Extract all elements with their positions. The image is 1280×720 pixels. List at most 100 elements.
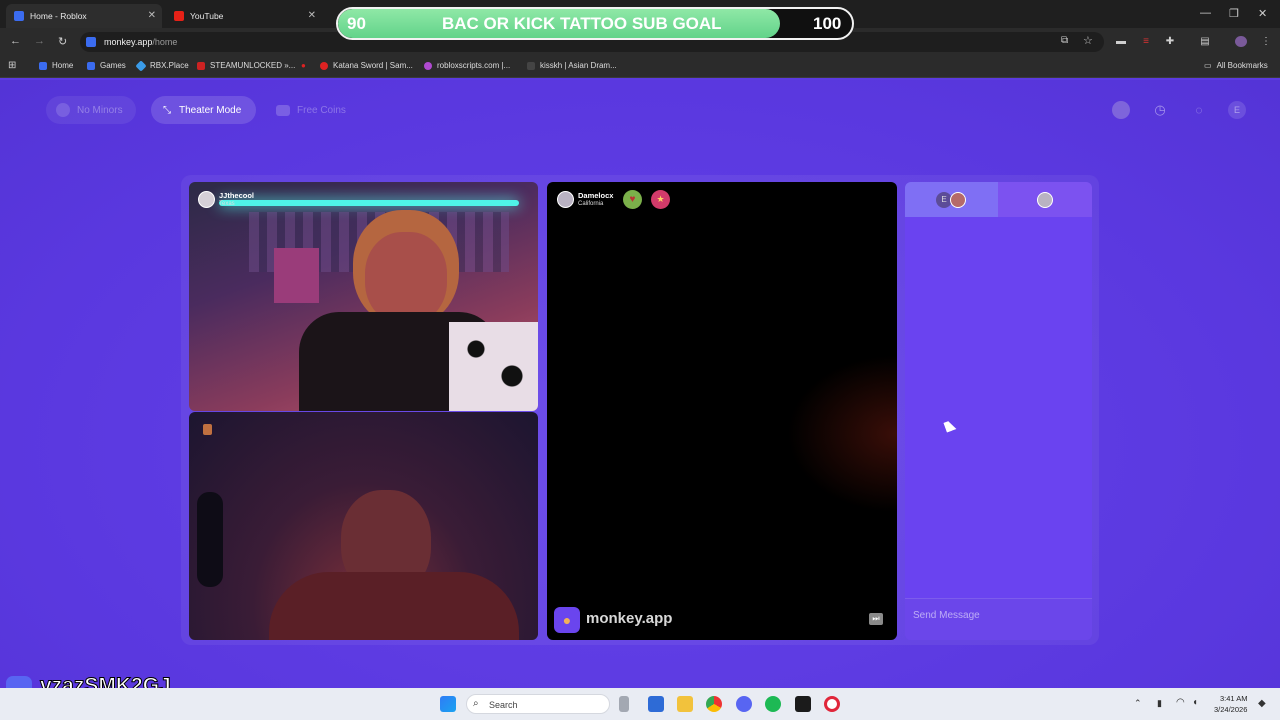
taskbar-search[interactable]: ⌕ Search [466,694,610,714]
expand-icon: ⤡ [163,104,171,116]
minimize-icon[interactable]: — [1200,7,1211,19]
avatar [950,192,966,208]
restore-icon[interactable]: ❐ [1229,7,1239,20]
video-feed-jjthecool: JJthecool Texas [189,182,538,411]
tab-title: YouTube [190,11,224,21]
roblox-icon [87,61,95,70]
all-bookmarks[interactable]: ▭ All Bookmarks [1204,61,1268,70]
wifi-icon[interactable]: ◠ [1176,697,1185,708]
install-app-icon[interactable]: ⧉ [1061,35,1068,46]
bookmark-home[interactable]: Home [39,61,73,70]
chat-tab[interactable] [998,182,1092,217]
bookmark-katana[interactable]: Katana Sword | Sam... [320,61,413,70]
tray-chevron-icon[interactable]: ⌃ [1134,698,1142,709]
sub-goal-bar: 90 BAC OR KICK TATTOO SUB GOAL 100 [336,7,854,40]
search-placeholder: Search [489,700,518,710]
steamunlocked-icon [197,61,205,70]
camera-icon [203,424,212,435]
extensions-puzzle-icon[interactable]: ✚ [1164,36,1176,47]
chat-tab-active[interactable]: E [905,182,998,217]
monkey-logo-icon: ● [554,607,580,633]
theater-mode-button[interactable]: ⤡ Theater Mode [151,96,256,124]
roblox-icon [39,61,47,70]
chat-panel: E Send Message [905,182,1092,640]
message-input[interactable]: Send Message [905,598,1092,640]
coins-icon [276,104,290,116]
user-location: California [578,201,604,207]
user-location: Texas [219,201,235,207]
forward-icon[interactable]: → [34,35,45,47]
bookmark-steamunlocked[interactable]: STEAMUNLOCKED »... [197,61,295,70]
notification-bell-icon[interactable]: ◆ [1258,698,1266,709]
skip-icon[interactable]: ⏭ [869,613,883,625]
taskbar [0,688,1280,720]
clock-date[interactable]: 3/24/2026 [1214,705,1247,714]
extension-icon[interactable]: ▬ [1115,36,1127,47]
kisskh-icon [527,61,535,70]
poster [274,248,319,303]
microphone [197,492,223,587]
bookmark-games[interactable]: Games [87,61,126,70]
friends-avatar-icon[interactable] [1112,101,1130,119]
bookmark-red-dot[interactable]: ● [301,61,306,70]
video-feed-damelocx: Damelocx California ♥ ★ ● monkey.app ⏭ [547,182,897,640]
menu-kebab-icon[interactable]: ⋮ [1260,36,1272,47]
avatar [198,191,215,208]
bookmark-star-icon[interactable]: ☆ [1083,34,1093,47]
apps-grid-icon[interactable]: ⊞ [8,60,16,71]
close-icon[interactable]: ✕ [308,10,316,21]
watermark: monkey.app [586,610,673,627]
youtube-icon [174,11,184,21]
messages-bubble-icon[interactable]: ◌ [1190,101,1208,119]
close-window-icon[interactable]: ✕ [1258,7,1267,20]
badge-icon: ★ [651,190,670,209]
video-feed-self [189,412,538,640]
clock-time[interactable]: 3:41 AM [1220,694,1248,703]
volume-icon[interactable]: ◖ [1192,697,1198,708]
profile-avatar-icon[interactable] [1235,36,1247,47]
discord-taskbar-icon[interactable] [736,696,752,712]
username: JJthecool [219,191,255,200]
heart-badge-icon: ♥ [623,190,642,209]
extension-red-icon[interactable]: ≡ [1140,36,1152,47]
goal-label: BAC OR KICK TATTOO SUB GOAL [442,14,722,33]
person-body [269,572,519,640]
photos-icon[interactable] [648,696,664,712]
history-clock-icon[interactable]: ◷ [1151,101,1169,119]
tab-youtube[interactable]: YouTube ✕ [166,4,322,28]
bookmark-kisskh[interactable]: kisskh | Asian Dram... [527,61,617,70]
microphone-icon[interactable]: ▮ [1157,698,1162,709]
windows-start-icon[interactable] [440,696,456,712]
tab-roblox[interactable]: Home - Roblox ✕ [6,4,162,28]
spotify-icon[interactable] [765,696,781,712]
avatar [1037,192,1053,208]
bookmark-robloxscripts[interactable]: robloxscripts.com |... [424,61,510,70]
close-icon[interactable]: ✕ [148,10,156,21]
site-info-icon[interactable] [86,37,96,47]
chrome-icon[interactable] [706,696,722,712]
person-head [365,232,447,324]
bookmark-rbxplace[interactable]: RBX.Place [135,59,189,72]
roblox-icon [14,11,24,21]
robloxscripts-icon [424,61,432,70]
username: Damelocx [578,191,614,200]
bookmarks-bar [0,56,1280,78]
file-explorer-icon[interactable] [677,696,693,712]
opera-icon[interactable] [824,696,840,712]
folder-icon: ▭ [1204,61,1212,70]
katana-icon [320,61,328,70]
rbxplace-icon [135,59,147,72]
led-strip [219,200,519,206]
sidepanel-icon[interactable]: ▤ [1199,36,1211,47]
profile-initial[interactable]: E [1228,101,1246,119]
free-coins-button[interactable]: Free Coins [266,96,356,124]
reload-icon[interactable]: ↻ [58,35,67,48]
goal-start: 90 [347,14,366,33]
back-icon[interactable]: ← [10,35,21,47]
no-minors-button[interactable]: No Minors [46,96,136,124]
cow-print-pillow [449,322,538,411]
app-icon[interactable] [795,696,811,712]
mouse-app-icon[interactable] [619,696,629,712]
tab-title: Home - Roblox [30,11,87,21]
address-text: monkey.app/home [104,37,178,47]
